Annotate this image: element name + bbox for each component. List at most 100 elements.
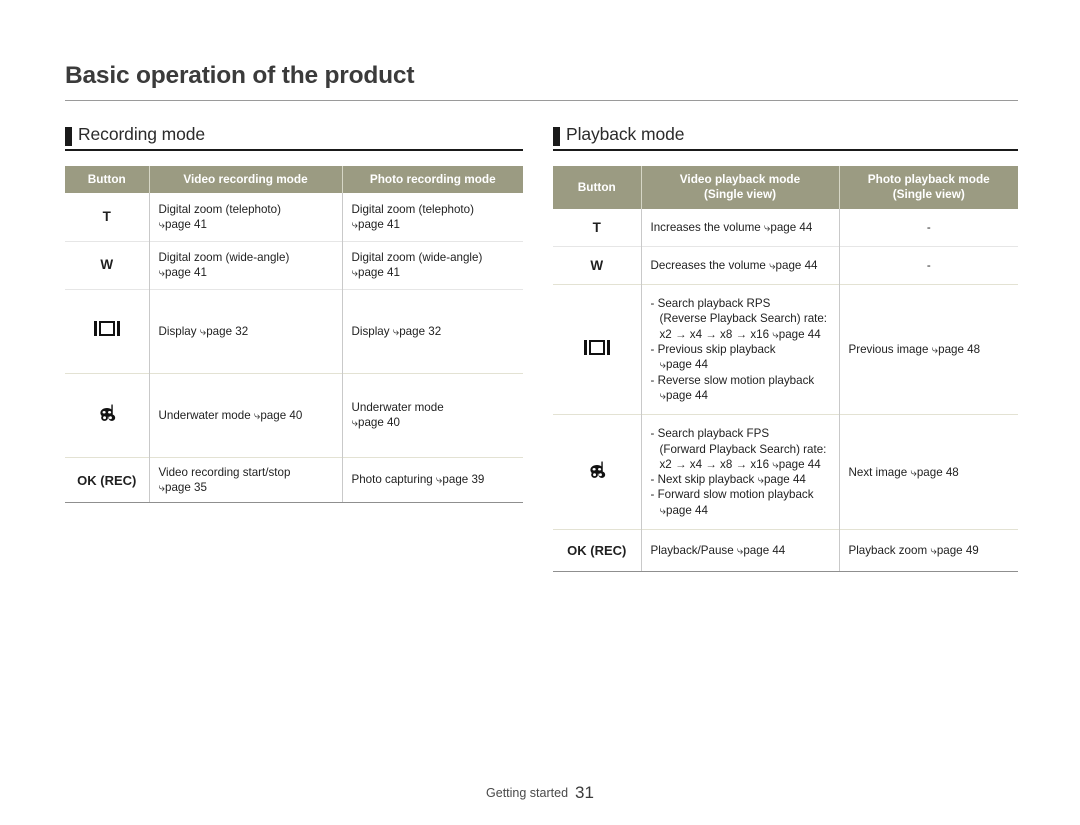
button-cell-ok-rec: OK (REC) (65, 456, 149, 504)
cell-text-line: Decreases the volume ⤷page 44 (650, 259, 818, 272)
table-header-row: Button Video playback mode (Single view)… (553, 166, 1018, 209)
video-cell: Video recording start/stop ⤷page 35 (148, 456, 342, 504)
column-header-photo-playback: Photo playback mode (Single view) (838, 166, 1018, 209)
display-icon (583, 339, 610, 356)
photo-cell: Photo capturing ⤷page 39 (341, 456, 523, 504)
page-footer: Getting started 31 (0, 783, 1080, 803)
cell-text-line: (Reverse Playback Search) rate: (659, 312, 828, 326)
table-row: OK (REC) Playback/Pause ⤷page 44 Playbac… (553, 529, 1018, 573)
cell-text-line: - Search playback RPS (650, 297, 771, 311)
header-line: Video playback mode (679, 172, 801, 186)
cell-text-line: Underwater mode (351, 401, 444, 415)
video-cell: Digital zoom (wide-angle) ⤷page 41 (148, 240, 342, 290)
cell-text-line: Display ⤷page 32 (158, 324, 249, 338)
page-ref: ⤷page 41 (158, 266, 207, 280)
video-cell: Digital zoom (telephoto) ⤷page 41 (148, 193, 342, 242)
title-divider (65, 100, 1018, 101)
section-marker-icon (65, 127, 72, 146)
video-cell: Playback/Pause ⤷page 44 (640, 529, 839, 573)
page-ref: ⤷page 35 (158, 481, 207, 495)
button-cell-display (553, 284, 641, 415)
photo-cell: Next image ⤷page 48 (838, 414, 1018, 530)
table-row: Display ⤷page 32 Display ⤷page 32 (65, 288, 523, 374)
table-row: - Search playback RPS (Reverse Playback … (553, 284, 1018, 415)
section-header-recording: Recording mode (65, 124, 523, 151)
cell-text-line: Playback/Pause ⤷page 44 (650, 544, 786, 557)
photo-cell: Playback zoom ⤷page 49 (838, 529, 1018, 573)
page-ref: ⤷page 44 (659, 358, 708, 372)
photo-cell: - (838, 246, 1018, 285)
rate-sequence: x2 → x4 → x8 → x16 ⤷page 44 (659, 457, 821, 471)
video-cell: Increases the volume ⤷page 44 (640, 208, 839, 247)
column-header-button: Button (65, 166, 149, 194)
button-cell-t: T (592, 219, 601, 235)
manual-page: Basic operation of the product Recording… (0, 0, 1080, 825)
cell-text-line: (Forward Playback Search) rate: (659, 442, 827, 456)
footer-chapter-label: Getting started (486, 786, 569, 800)
cell-text-line: - Search playback FPS (650, 427, 770, 441)
section-divider-playback (553, 149, 1018, 151)
table-row: - Search playback FPS (Forward Playback … (553, 414, 1018, 530)
column-header-video-recording: Video recording mode (148, 166, 342, 194)
table-row: W Decreases the volume ⤷page 44 - (553, 246, 1018, 285)
page-ref: ⤷page 41 (351, 266, 400, 280)
button-cell-underwater (65, 372, 149, 458)
button-cell-w: W (553, 246, 641, 285)
display-icon (93, 320, 120, 337)
header-line: (Single view) (892, 187, 965, 202)
cell-text-line: Video recording start/stop (158, 465, 291, 479)
cell-text-line: Display ⤷page 32 (351, 324, 442, 338)
button-cell-ok-rec: OK (REC) (553, 529, 641, 573)
photo-cell: Digital zoom (telephoto) ⤷page 41 (341, 193, 523, 242)
video-cell: Display ⤷page 32 (148, 288, 342, 374)
section-title-playback: Playback mode (566, 124, 685, 144)
column-header-video-playback: Video playback mode (Single view) (640, 166, 839, 209)
rate-sequence: x2 → x4 → x8 → x16 ⤷page 44 (659, 327, 821, 341)
photo-cell: Previous image ⤷page 48 (838, 284, 1018, 415)
underwater-icon (95, 401, 119, 425)
button-cell-underwater (553, 414, 641, 530)
recording-mode-table: Button Video recording mode Photo record… (65, 166, 523, 504)
table-row: T Increases the volume ⤷page 44 - (553, 208, 1018, 247)
video-cell: - Search playback RPS (Reverse Playback … (640, 284, 839, 415)
section-divider-recording (65, 149, 523, 151)
table-row: W Digital zoom (wide-angle) ⤷page 41 Dig… (65, 240, 523, 290)
cell-text-line: Digital zoom (wide-angle) (158, 251, 290, 265)
video-cell: Decreases the volume ⤷page 44 (640, 246, 839, 285)
photo-cell: Digital zoom (wide-angle) ⤷page 41 (341, 240, 523, 290)
page-number: 31 (575, 783, 594, 802)
cell-text-line: - Next skip playback ⤷page 44 (650, 473, 806, 487)
header-line: Button (577, 179, 616, 194)
table-row: OK (REC) Video recording start/stop ⤷pag… (65, 456, 523, 504)
photo-cell: Display ⤷page 32 (341, 288, 523, 374)
section-header-playback: Playback mode (553, 124, 1018, 151)
photo-cell: - (838, 208, 1018, 247)
section-playback-mode: Playback mode (553, 124, 1018, 151)
section-title-recording: Recording mode (78, 124, 206, 144)
cell-text-line: Next image ⤷page 48 (848, 465, 959, 479)
table-row: T Digital zoom (telephoto) ⤷page 41 Digi… (65, 193, 523, 242)
cell-text-line: Digital zoom (telephoto) (351, 202, 474, 216)
page-ref: ⤷page 40 (351, 416, 400, 430)
photo-cell: Underwater mode ⤷page 40 (341, 372, 523, 458)
cell-text-line: - Reverse slow motion playback (650, 373, 815, 387)
cell-text-line: Playback zoom ⤷page 49 (848, 544, 979, 557)
page-ref: ⤷page 44 (659, 388, 708, 402)
cell-text-line: Underwater mode ⤷page 40 (158, 408, 303, 422)
video-cell: - Search playback FPS (Forward Playback … (640, 414, 839, 530)
page-ref: ⤷page 44 (659, 503, 708, 517)
table-row: Underwater mode ⤷page 40 Underwater mode… (65, 372, 523, 458)
video-cell: Underwater mode ⤷page 40 (148, 372, 342, 458)
section-marker-icon (553, 127, 560, 146)
underwater-icon (585, 458, 609, 482)
header-line: (Single view) (703, 187, 777, 202)
button-cell-w: W (65, 240, 149, 290)
column-header-photo-recording: Photo recording mode (341, 166, 523, 194)
cell-text-line: - Forward slow motion playback (650, 488, 814, 502)
cell-text-line: Digital zoom (telephoto) (158, 202, 281, 216)
column-header-button: Button (553, 166, 641, 209)
button-cell-display (65, 288, 149, 374)
cell-text-line: Increases the volume ⤷page 44 (650, 220, 813, 234)
table-header-row: Button Video recording mode Photo record… (65, 166, 523, 194)
button-cell-t: T (102, 209, 111, 225)
